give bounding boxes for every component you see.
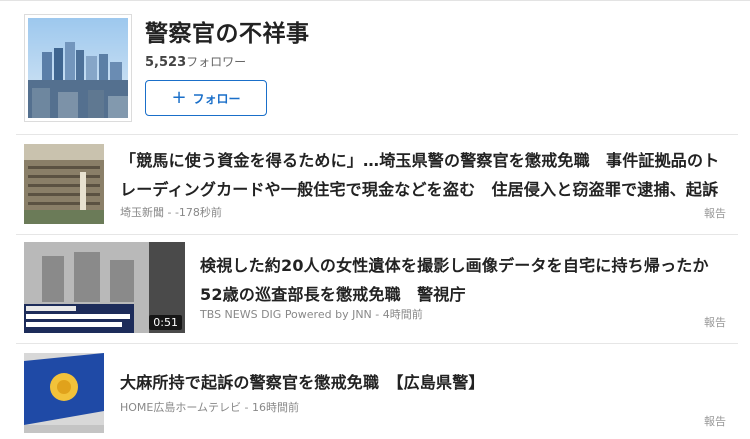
follow-button[interactable]: + フォロー bbox=[145, 80, 267, 116]
plus-icon: + bbox=[171, 87, 187, 108]
article-source: 埼玉新聞 - -178秒前 bbox=[120, 206, 222, 219]
article-thumbnail: 0:51 bbox=[24, 242, 185, 333]
report-link[interactable]: 報告 bbox=[704, 205, 726, 221]
article-source: TBS NEWS DIG Powered by JNN - 4時間前 bbox=[200, 308, 423, 321]
follower-count: 5,523フォロワー bbox=[145, 53, 246, 70]
article-title[interactable]: 「競馬に使う資金を得るために」…埼玉県警の警察官を懲戒免職 事件証拠品のトレーデ… bbox=[120, 146, 732, 204]
article-source: HOME広島ホームテレビ - 16時間前 bbox=[120, 401, 299, 414]
city-skyline-image bbox=[28, 18, 128, 118]
report-link[interactable]: 報告 bbox=[704, 314, 726, 330]
top-border bbox=[0, 0, 750, 1]
article-item[interactable]: 「競馬に使う資金を得るために」…埼玉県警の警察官を懲戒免職 事件証拠品のトレーデ… bbox=[16, 134, 738, 234]
article-title[interactable]: 大麻所持で起訴の警察官を懲戒免職 【広島県警】 bbox=[120, 368, 732, 397]
follow-label: フォロー bbox=[192, 91, 241, 106]
follower-number: 5,523 bbox=[145, 55, 187, 70]
article-title[interactable]: 検視した約20人の女性遺体を撮影し画像データを自宅に持ち帰ったか 52歳の巡査部… bbox=[200, 251, 730, 309]
article-thumbnail bbox=[24, 144, 104, 224]
article-item[interactable]: 0:51 検視した約20人の女性遺体を撮影し画像データを自宅に持ち帰ったか 52… bbox=[16, 234, 738, 342]
follower-label: フォロワー bbox=[186, 55, 247, 69]
article-item[interactable]: 大麻所持で起訴の警察官を懲戒免職 【広島県警】 HOME広島ホームテレビ - 1… bbox=[16, 343, 738, 439]
police-flag-image bbox=[24, 353, 104, 433]
topic-title: 警察官の不祥事 bbox=[145, 21, 310, 47]
report-link[interactable]: 報告 bbox=[704, 413, 726, 429]
police-building-image bbox=[24, 144, 104, 224]
article-thumbnail bbox=[24, 353, 104, 433]
topic-thumbnail bbox=[24, 14, 132, 122]
video-duration: 0:51 bbox=[149, 315, 182, 330]
